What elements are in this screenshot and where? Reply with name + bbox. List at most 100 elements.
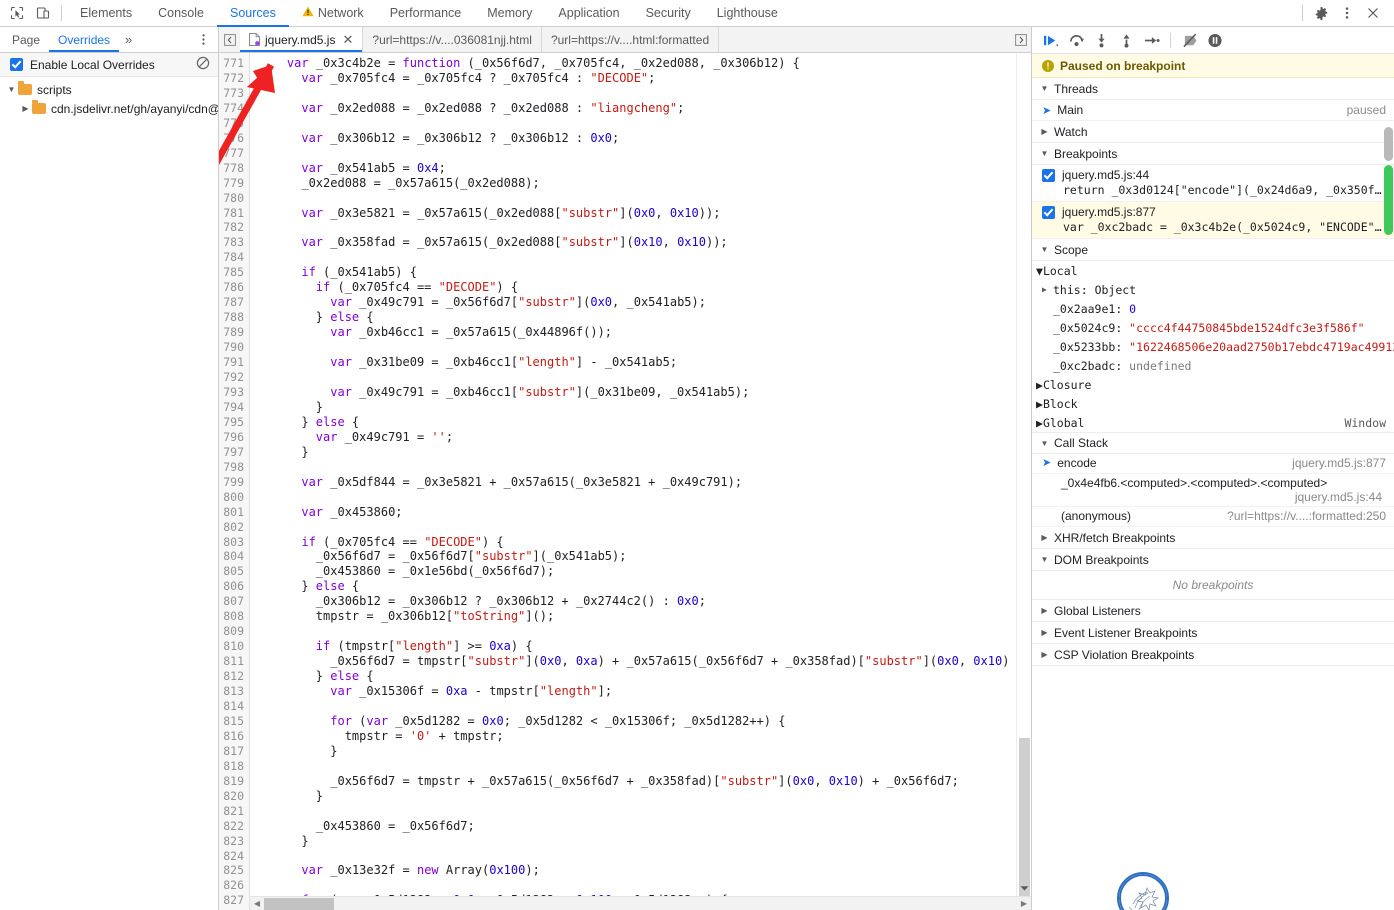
scope-group-closure[interactable]: ▶ Closure bbox=[1032, 375, 1394, 394]
code-line[interactable]: _0x453860 = _0x1e56bd(_0x56f6d7); bbox=[258, 564, 1031, 579]
tab-lighthouse[interactable]: Lighthouse bbox=[704, 0, 791, 27]
line-number[interactable]: 781 bbox=[219, 206, 244, 221]
call-stack-frame-encode[interactable]: ➤ encode jquery.md5.js:877 bbox=[1032, 454, 1394, 474]
line-number[interactable]: 777 bbox=[219, 146, 244, 161]
tab-performance[interactable]: Performance bbox=[377, 0, 475, 27]
code-line[interactable]: var _0x358fad = _0x57a615(_0x2ed088["sub… bbox=[258, 235, 1031, 250]
scope-group-global[interactable]: ▶ Global Window bbox=[1032, 413, 1394, 432]
gear-icon[interactable] bbox=[1308, 1, 1334, 25]
line-number[interactable]: 772 bbox=[219, 71, 244, 86]
section-xhr-fetch-breakpoints[interactable]: ▶ XHR/fetch Breakpoints bbox=[1032, 527, 1394, 549]
code-line[interactable]: tmpstr = '0' + tmpstr; bbox=[258, 729, 1031, 744]
editor-horizontal-scroll-track[interactable] bbox=[264, 897, 1017, 910]
close-icon[interactable] bbox=[1360, 1, 1386, 25]
code-line[interactable]: } bbox=[258, 834, 1031, 849]
step-out-of-current-function-button[interactable] bbox=[1115, 29, 1137, 51]
line-number[interactable]: 798 bbox=[219, 460, 244, 475]
editor-horizontal-scrollbar-thumb[interactable] bbox=[264, 897, 334, 910]
more-vertical-icon[interactable] bbox=[1334, 1, 1360, 25]
line-number[interactable]: 783 bbox=[219, 235, 244, 250]
line-number[interactable]: 793 bbox=[219, 385, 244, 400]
chevron-right-icon[interactable]: ▶ bbox=[1040, 127, 1049, 136]
chevron-down-icon[interactable]: ▼ bbox=[1036, 264, 1043, 278]
source-code-content[interactable]: var _0x3c4b2e = function (_0x56f6d7, _0x… bbox=[250, 53, 1031, 910]
line-number[interactable]: 779 bbox=[219, 176, 244, 191]
code-line[interactable] bbox=[258, 849, 1031, 864]
line-number[interactable]: 790 bbox=[219, 340, 244, 355]
line-number[interactable]: 776 bbox=[219, 131, 244, 146]
chevron-right-icon[interactable]: ▶ bbox=[20, 104, 31, 113]
code-line[interactable]: _0x56f6d7 = tmpstr["substr"](0x0, 0xa) +… bbox=[258, 654, 1031, 669]
breakpoint-item-44[interactable]: jquery.md5.js:44 return _0x3d0124["encod… bbox=[1032, 165, 1394, 202]
code-line[interactable] bbox=[258, 460, 1031, 475]
scope-var-0xc2badc[interactable]: _0xc2badc: undefined bbox=[1032, 356, 1394, 375]
line-number[interactable]: 814 bbox=[219, 699, 244, 714]
section-dom-breakpoints[interactable]: ▼ DOM Breakpoints bbox=[1032, 549, 1394, 571]
scope-var-0x2aa9e1[interactable]: _0x2aa9e1: 0 bbox=[1032, 299, 1394, 318]
device-toolbar-icon[interactable] bbox=[30, 1, 56, 25]
code-line[interactable]: var _0x3c4b2e = function (_0x56f6d7, _0x… bbox=[258, 56, 1031, 71]
code-line[interactable]: var _0xb46cc1 = _0x57a615(_0x44896f()); bbox=[258, 325, 1031, 340]
scope-group-block[interactable]: ▶ Block bbox=[1032, 394, 1394, 413]
chevron-right-icon[interactable]: ▶ bbox=[1040, 628, 1049, 637]
code-line[interactable] bbox=[258, 804, 1031, 819]
step-into-next-function-call-button[interactable] bbox=[1090, 29, 1112, 51]
line-number[interactable]: 788 bbox=[219, 310, 244, 325]
code-line[interactable]: } else { bbox=[258, 669, 1031, 684]
code-line[interactable] bbox=[258, 116, 1031, 131]
file-tab-jquery-md5-js[interactable]: jquery.md5.js ✕ bbox=[240, 27, 364, 52]
code-line[interactable] bbox=[258, 699, 1031, 714]
line-number[interactable]: 812 bbox=[219, 669, 244, 684]
chevron-right-icon[interactable]: ▶ bbox=[1036, 416, 1043, 430]
line-number[interactable]: 827 bbox=[219, 893, 244, 908]
code-line[interactable]: _0x2ed088 = _0x57a615(_0x2ed088); bbox=[258, 176, 1031, 191]
code-line[interactable]: _0x56f6d7 = tmpstr + _0x57a615(_0x56f6d7… bbox=[258, 774, 1031, 789]
code-line[interactable]: } else { bbox=[258, 415, 1031, 430]
code-line[interactable]: tmpstr = _0x306b12["toString"](); bbox=[258, 609, 1031, 624]
code-line[interactable] bbox=[258, 370, 1031, 385]
line-number[interactable]: 825 bbox=[219, 863, 244, 878]
code-line[interactable]: var _0x541ab5 = 0x4; bbox=[258, 161, 1031, 176]
section-csp-violation-breakpoints[interactable]: ▶ CSP Violation Breakpoints bbox=[1032, 644, 1394, 666]
line-number[interactable]: 816 bbox=[219, 729, 244, 744]
section-breakpoints[interactable]: ▼ Breakpoints bbox=[1032, 143, 1394, 165]
code-line[interactable]: } else { bbox=[258, 579, 1031, 594]
code-line[interactable] bbox=[258, 878, 1031, 893]
line-number[interactable]: 797 bbox=[219, 445, 244, 460]
scroll-down-icon[interactable] bbox=[1017, 881, 1031, 896]
code-line[interactable]: } bbox=[258, 445, 1031, 460]
chevron-right-icon[interactable]: ▶ bbox=[1040, 650, 1049, 659]
line-number[interactable]: 811 bbox=[219, 654, 244, 669]
code-line[interactable]: _0x453860 = _0x56f6d7; bbox=[258, 819, 1031, 834]
scope-local-header[interactable]: ▼ Local bbox=[1032, 261, 1394, 280]
chevron-right-icon[interactable]: ▶ bbox=[1040, 606, 1049, 615]
line-number[interactable]: 813 bbox=[219, 684, 244, 699]
tree-item-cdn-jsdelivr[interactable]: ▶ cdn.jsdelivr.net/gh/ayanyi/cdn@ bbox=[0, 99, 218, 118]
enable-local-overrides-checkbox[interactable] bbox=[10, 58, 23, 71]
nav-tab-page[interactable]: Page bbox=[3, 27, 49, 52]
chevron-down-icon[interactable]: ▼ bbox=[1040, 84, 1049, 93]
code-line[interactable]: var _0x2ed088 = _0x2ed088 ? _0x2ed088 : … bbox=[258, 101, 1031, 116]
line-number[interactable]: 775 bbox=[219, 116, 244, 131]
step-button[interactable] bbox=[1140, 29, 1162, 51]
code-line[interactable] bbox=[258, 191, 1031, 206]
code-line[interactable]: var _0x453860; bbox=[258, 505, 1031, 520]
line-number[interactable]: 809 bbox=[219, 624, 244, 639]
line-number[interactable]: 806 bbox=[219, 579, 244, 594]
code-line[interactable]: var _0x5df844 = _0x3e5821 + _0x57a615(_0… bbox=[258, 475, 1031, 490]
line-number[interactable]: 803 bbox=[219, 535, 244, 550]
section-event-listener-breakpoints[interactable]: ▶ Event Listener Breakpoints bbox=[1032, 622, 1394, 644]
debugger-scrollbar-thumb[interactable] bbox=[1384, 127, 1393, 161]
file-tab-html-1[interactable]: ?url=https://v....036081njj.html bbox=[363, 27, 542, 52]
line-number[interactable]: 786 bbox=[219, 280, 244, 295]
nav-more-tabs-icon[interactable]: » bbox=[119, 27, 138, 52]
line-number[interactable]: 787 bbox=[219, 295, 244, 310]
tab-network[interactable]: Network bbox=[289, 0, 377, 27]
code-line[interactable]: _0x306b12 = _0x306b12 ? _0x306b12 + _0x2… bbox=[258, 594, 1031, 609]
line-number[interactable]: 805 bbox=[219, 564, 244, 579]
line-number[interactable]: 774 bbox=[219, 101, 244, 116]
chevron-down-icon[interactable]: ▼ bbox=[6, 85, 17, 94]
line-number[interactable]: 815 bbox=[219, 714, 244, 729]
navigator-menu-icon[interactable] bbox=[189, 27, 218, 52]
section-call-stack[interactable]: ▼ Call Stack bbox=[1032, 432, 1394, 454]
